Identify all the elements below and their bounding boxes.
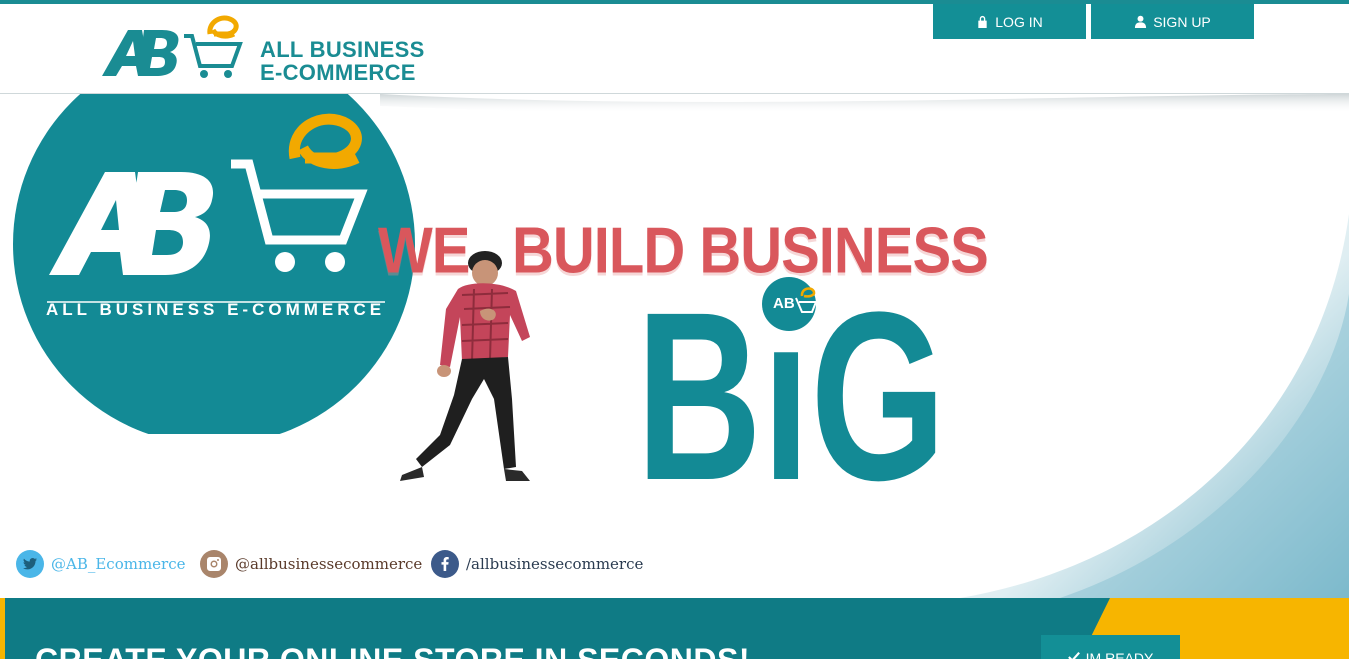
big-word-graphic: BiG AB bbox=[636, 274, 946, 484]
lock-icon bbox=[978, 15, 987, 28]
hero-ab-logo-badge bbox=[13, 94, 415, 434]
user-icon bbox=[1135, 15, 1147, 28]
instagram-icon bbox=[200, 550, 228, 578]
cta-left-accent bbox=[0, 598, 5, 659]
twitter-handle: @AB_Ecommerce bbox=[51, 555, 186, 573]
brand-name: ALL BUSINESS E-COMMERCE bbox=[260, 38, 425, 84]
brand-line-1: ALL BUSINESS bbox=[260, 37, 425, 62]
signup-label: SIGN UP bbox=[1153, 13, 1211, 30]
login-button[interactable]: LOG IN bbox=[933, 4, 1086, 39]
site-header: ALL BUSINESS E-COMMERCE LOG IN SIGN UP bbox=[0, 4, 1349, 94]
facebook-link[interactable]: /allbusinessecommerce bbox=[431, 549, 643, 579]
signup-button[interactable]: SIGN UP bbox=[1091, 4, 1254, 39]
login-label: LOG IN bbox=[995, 13, 1043, 30]
site-logo[interactable]: ALL BUSINESS E-COMMERCE bbox=[100, 10, 440, 84]
hero-logo-tagline: ALL BUSINESS E-COMMERCE bbox=[46, 300, 386, 319]
instagram-link[interactable]: @allbusinessecommerce bbox=[200, 549, 422, 579]
facebook-icon bbox=[431, 550, 459, 578]
check-icon bbox=[1067, 652, 1080, 659]
facebook-handle: /allbusinessecommerce bbox=[466, 555, 644, 573]
instagram-handle: @allbusinessecommerce bbox=[235, 555, 423, 573]
ab-cart-logo-icon bbox=[102, 15, 243, 78]
cta-banner: CREATE YOUR ONLINE STORE IN SECONDS! IM … bbox=[0, 598, 1349, 659]
twitter-link[interactable]: @AB_Ecommerce bbox=[16, 549, 186, 579]
hero-banner: ALL BUSINESS E-COMMERCE WE BUILD BUSINES… bbox=[0, 94, 1349, 598]
cta-title: CREATE YOUR ONLINE STORE IN SECONDS! bbox=[35, 642, 750, 659]
twitter-icon bbox=[16, 550, 44, 578]
brand-line-2: E-COMMERCE bbox=[260, 60, 416, 85]
im-ready-label: IM READY bbox=[1085, 650, 1154, 659]
dancing-man-image bbox=[400, 251, 530, 481]
mini-ab-logo-text: AB bbox=[773, 295, 795, 312]
im-ready-button[interactable]: IM READY bbox=[1041, 635, 1180, 659]
